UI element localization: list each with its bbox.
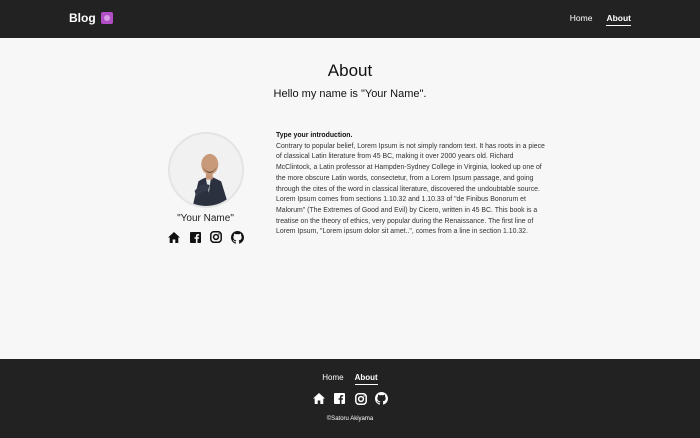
facebook-icon[interactable] bbox=[333, 392, 346, 405]
facebook-icon[interactable] bbox=[188, 230, 202, 244]
page-subtitle: Hello my name is "Your Name". bbox=[273, 88, 427, 100]
site-footer: Home About ©Satoru Akiyama bbox=[0, 359, 700, 438]
page-title: About bbox=[327, 61, 373, 80]
profile-card: "Your Name" bbox=[163, 132, 248, 244]
avatar-photo bbox=[169, 134, 242, 206]
intro-heading: Type your introduction. bbox=[276, 132, 353, 139]
instagram-icon[interactable] bbox=[209, 230, 223, 244]
intro-body: Contrary to popular belief, Lorem Ipsum … bbox=[276, 142, 545, 236]
introduction: Type your introduction. Contrary to popu… bbox=[276, 131, 550, 238]
footer-social-links bbox=[0, 392, 700, 405]
nav-about-link[interactable]: About bbox=[606, 13, 631, 26]
home-icon[interactable] bbox=[312, 392, 325, 405]
github-icon[interactable] bbox=[375, 392, 388, 405]
brand-link[interactable]: Blog bbox=[69, 11, 113, 25]
avatar bbox=[167, 132, 244, 208]
profile-social-links bbox=[167, 230, 244, 244]
header-nav: Home About bbox=[570, 13, 631, 26]
home-icon[interactable] bbox=[167, 230, 181, 244]
profile-name: "Your Name" bbox=[177, 213, 234, 224]
copyright: ©Satoru Akiyama bbox=[326, 416, 374, 422]
brand-logo-icon bbox=[100, 12, 113, 24]
site-header: Blog Home About bbox=[0, 0, 700, 38]
instagram-icon[interactable] bbox=[354, 392, 367, 405]
footer-home-link[interactable]: Home bbox=[322, 373, 343, 385]
brand-title: Blog bbox=[69, 11, 96, 25]
nav-home-link[interactable]: Home bbox=[570, 13, 593, 26]
footer-nav: Home About bbox=[0, 373, 700, 385]
github-icon[interactable] bbox=[230, 230, 244, 244]
footer-about-link[interactable]: About bbox=[354, 373, 378, 385]
